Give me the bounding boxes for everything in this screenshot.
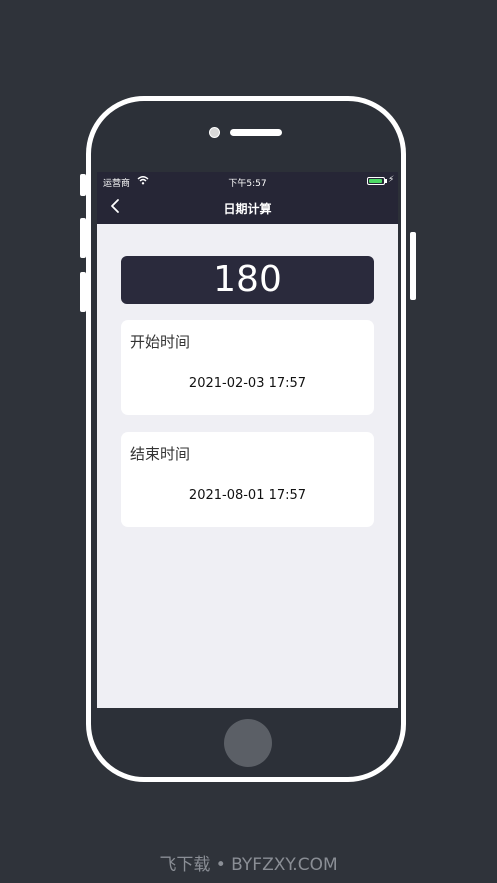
speaker-grille [230, 129, 282, 136]
result-display: 180 [121, 256, 374, 304]
home-button[interactable] [224, 719, 272, 767]
app-stage: 运营商 下午5:57 ⚡ 日期计算 180 开始时间 2021-02-03 17… [0, 0, 497, 883]
watermark-text: 飞下载 • BYFZXY.COM [159, 855, 338, 875]
phone-screen: 运营商 下午5:57 ⚡ 日期计算 180 开始时间 2021-02-03 17… [97, 172, 398, 708]
battery-icon [367, 177, 385, 185]
power-button [410, 232, 416, 300]
camera-icon [209, 127, 220, 138]
end-time-value[interactable]: 2021-08-01 17:57 [121, 488, 374, 503]
navigation-bar: 日期计算 [97, 190, 398, 224]
end-time-label: 结束时间 [130, 445, 191, 463]
status-time: 下午5:57 [228, 179, 267, 189]
page-title: 日期计算 [223, 202, 272, 216]
start-time-label: 开始时间 [130, 333, 191, 351]
start-time-value[interactable]: 2021-02-03 17:57 [121, 376, 374, 391]
end-time-card[interactable]: 结束时间 2021-08-01 17:57 [121, 432, 374, 527]
battery-tip [385, 179, 387, 183]
bolt-icon: ⚡ [388, 175, 395, 185]
battery-level-fill [369, 179, 382, 183]
start-time-card[interactable]: 开始时间 2021-02-03 17:57 [121, 320, 374, 415]
status-bar: 运营商 下午5:57 ⚡ [97, 172, 398, 190]
